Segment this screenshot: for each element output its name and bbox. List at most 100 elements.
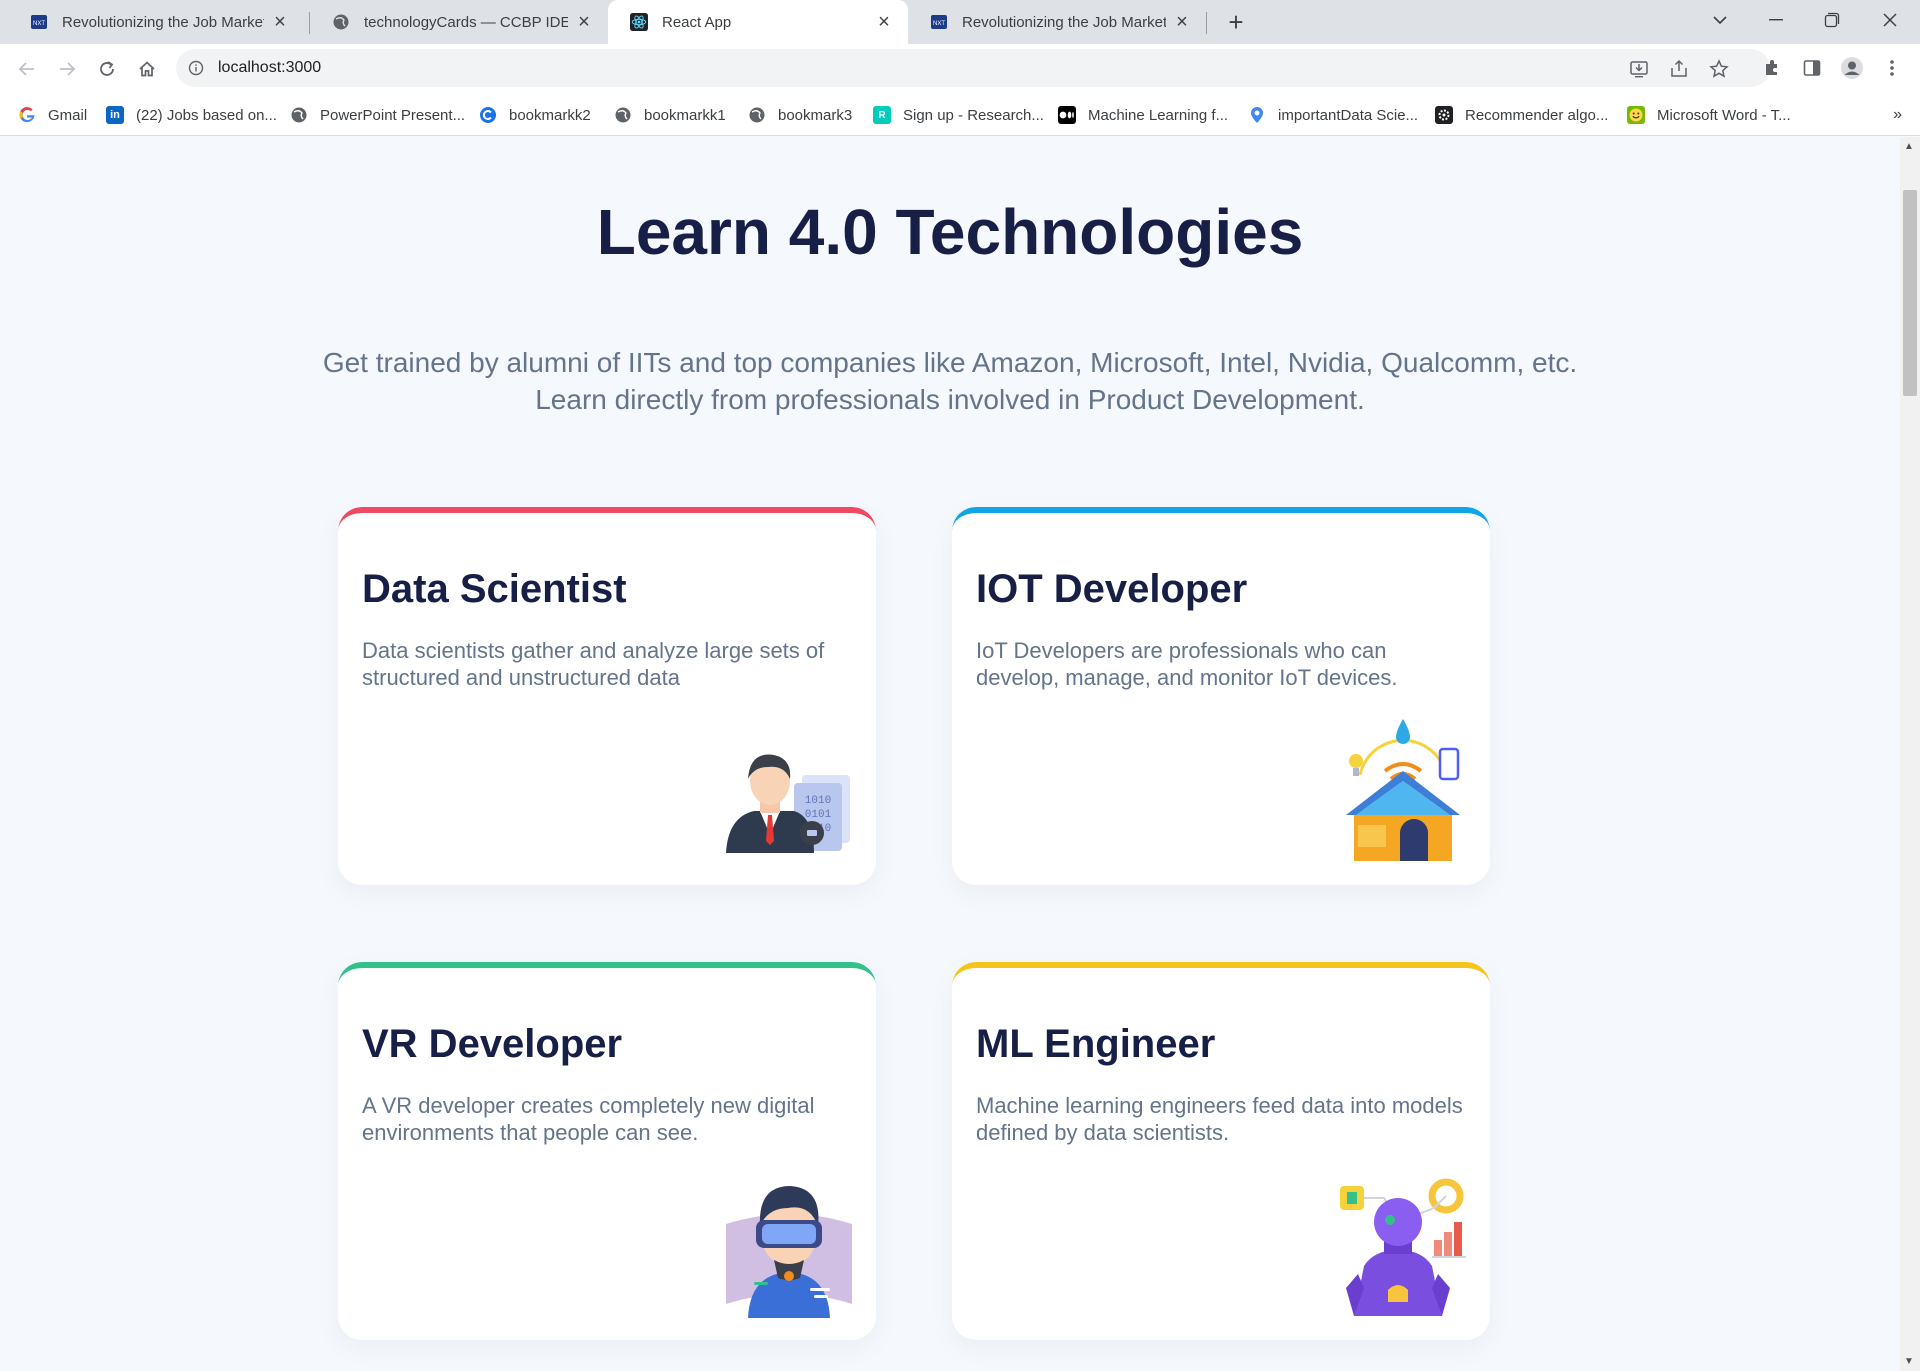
map-pin-icon [1248, 106, 1266, 124]
globe-icon [614, 106, 632, 124]
bookmark-label: Machine Learning f... [1088, 106, 1229, 124]
tab-react-app[interactable]: React App × [608, 0, 908, 44]
page-content: Learn 4.0 Technologies Get trained by al… [0, 137, 1900, 1371]
home-button[interactable] [130, 52, 164, 86]
new-tab-button[interactable]: + [1222, 7, 1250, 37]
google-icon [18, 106, 36, 124]
page-title: Learn 4.0 Technologies [596, 196, 1304, 268]
card-title: VR Developer [362, 1022, 623, 1066]
tab-technologycards[interactable]: technologyCards — CCBP IDE × [310, 0, 608, 44]
svg-text:0101: 0101 [805, 809, 832, 821]
bookmark-label: Gmail [48, 106, 88, 124]
globe-icon [290, 106, 308, 124]
profile-avatar-icon[interactable] [1838, 54, 1866, 82]
card-vr-developer: VR Developer A VR developer creates comp… [338, 962, 876, 1340]
install-app-icon[interactable] [1628, 58, 1650, 80]
bookmark-gmail[interactable]: Gmail [18, 104, 87, 126]
svg-text:NXT: NXT [33, 21, 45, 27]
card-ml-engineer: ML Engineer Machine learning engineers f… [952, 962, 1490, 1340]
react-icon [630, 13, 648, 31]
scrollbar-thumb[interactable] [1903, 190, 1917, 396]
data-scientist-illustration-icon: 1010 0101 1010 [724, 733, 854, 863]
smiley-icon [1627, 106, 1645, 124]
menu-kebab-icon[interactable] [1878, 54, 1906, 82]
close-tab-icon[interactable]: × [874, 11, 894, 33]
card-title: ML Engineer [976, 1022, 1216, 1066]
scroll-up-arrow-icon[interactable]: ▲ [1904, 141, 1914, 152]
card-description: IoT Developers are professionals who can… [976, 638, 1398, 690]
medium-icon [1058, 106, 1076, 124]
bookmark-recommender[interactable]: Recommender algo... [1435, 104, 1608, 126]
bookmark-bookmarkk1[interactable]: bookmarkk1 [614, 104, 726, 126]
svg-text:NXT: NXT [933, 21, 945, 27]
tab-divider [1206, 12, 1207, 34]
card-description: Data scientists gather and analyze large… [362, 638, 825, 690]
page-subtitle: Get trained by alumni of IITs and top co… [0, 344, 1900, 418]
address-bar[interactable]: localhost:3000 [176, 49, 1770, 87]
bookmark-label: bookmarkk2 [509, 106, 591, 124]
bookmark-label: Sign up - Research... [903, 106, 1044, 124]
restore-button[interactable] [1804, 0, 1860, 40]
linkedin-icon: in [106, 106, 124, 124]
globe-icon [332, 13, 350, 31]
reload-button[interactable] [90, 52, 124, 86]
browser-toolbar: localhost:3000 [0, 44, 1920, 94]
researchgate-icon: R [873, 106, 891, 124]
card-title: IOT Developer [976, 567, 1248, 611]
extensions-icon[interactable] [1758, 54, 1786, 82]
back-button[interactable] [10, 52, 44, 86]
bookmark-label: PowerPoint Present... [320, 106, 466, 124]
card-data-scientist: Data Scientist Data scientists gather an… [338, 507, 876, 885]
svg-text:1010: 1010 [805, 795, 831, 807]
card-accent-bar [338, 507, 876, 543]
close-tab-icon[interactable]: × [1172, 11, 1192, 33]
ccbp-favicon-icon: NXT [30, 13, 48, 31]
gear-icon [1435, 106, 1453, 124]
bookmark-powerpoint[interactable]: PowerPoint Present... [290, 104, 465, 126]
subtitle-line-1: Get trained by alumni of IITs and top co… [322, 347, 1578, 378]
subtitle-line-2: Learn directly from professionals involv… [535, 384, 1365, 415]
bookmark-important-data-science[interactable]: importantData Scie... [1248, 104, 1418, 126]
card-description: A VR developer creates completely new di… [362, 1093, 815, 1145]
tab-title: React App [662, 13, 732, 31]
bookmark-microsoft-word[interactable]: Microsoft Word - T... [1627, 104, 1791, 126]
side-panel-icon[interactable] [1798, 54, 1826, 82]
ccbp-favicon-icon: NXT [930, 13, 948, 31]
more-bookmarks-chevron-icon[interactable]: » [1893, 106, 1902, 124]
card-accent-bar [952, 962, 1490, 998]
url-text[interactable]: localhost:3000 [218, 59, 321, 77]
scroll-down-arrow-icon[interactable]: ▼ [1904, 1356, 1914, 1367]
tab-title: Revolutionizing the Job Market | [962, 13, 1166, 31]
bookmark-star-icon[interactable] [1708, 58, 1730, 80]
tab-revolutionizing-1[interactable]: NXT Revolutionizing the Job Market | × [8, 0, 304, 44]
site-info-icon[interactable] [186, 58, 206, 78]
globe-icon [748, 106, 766, 124]
tab-revolutionizing-2[interactable]: NXT Revolutionizing the Job Market | × [908, 0, 1206, 44]
bookmark-label: Microsoft Word - T... [1657, 106, 1791, 124]
card-title: Data Scientist [362, 567, 627, 611]
bookmark-label: (22) Jobs based on... [136, 106, 277, 124]
vr-headset-illustration-icon [724, 1186, 854, 1318]
share-icon[interactable] [1668, 58, 1690, 80]
robot-illustration-icon [1338, 1178, 1468, 1318]
close-tab-icon[interactable]: × [270, 11, 290, 33]
card-iot-developer: IOT Developer IoT Developers are profess… [952, 507, 1490, 885]
bookmark-label: bookmarkk1 [644, 106, 726, 124]
minimize-button[interactable] [1748, 0, 1804, 40]
bookmark-researchgate[interactable]: R Sign up - Research... [873, 104, 1044, 126]
bookmarks-bar: Gmail in (22) Jobs based on... PowerPoin… [0, 94, 1920, 136]
bookmark-bookmark3[interactable]: bookmark3 [748, 104, 852, 126]
bookmark-label: Recommender algo... [1465, 106, 1609, 124]
bookmark-label: importantData Scie... [1278, 106, 1419, 124]
tab-search-chevron-icon[interactable] [1692, 0, 1748, 40]
bookmark-linkedin-jobs[interactable]: in (22) Jobs based on... [106, 104, 277, 126]
tab-title: Revolutionizing the Job Market | [62, 13, 264, 31]
close-tab-icon[interactable]: × [574, 11, 594, 33]
forward-button[interactable] [50, 52, 84, 86]
card-description: Machine learning engineers feed data int… [976, 1093, 1463, 1145]
bookmark-machine-learning[interactable]: Machine Learning f... [1058, 104, 1228, 126]
close-window-button[interactable] [1862, 0, 1918, 40]
bookmark-bookmarkk2[interactable]: bookmarkk2 [479, 104, 591, 126]
tab-title: technologyCards — CCBP IDE [364, 13, 568, 31]
card-accent-bar [952, 507, 1490, 543]
